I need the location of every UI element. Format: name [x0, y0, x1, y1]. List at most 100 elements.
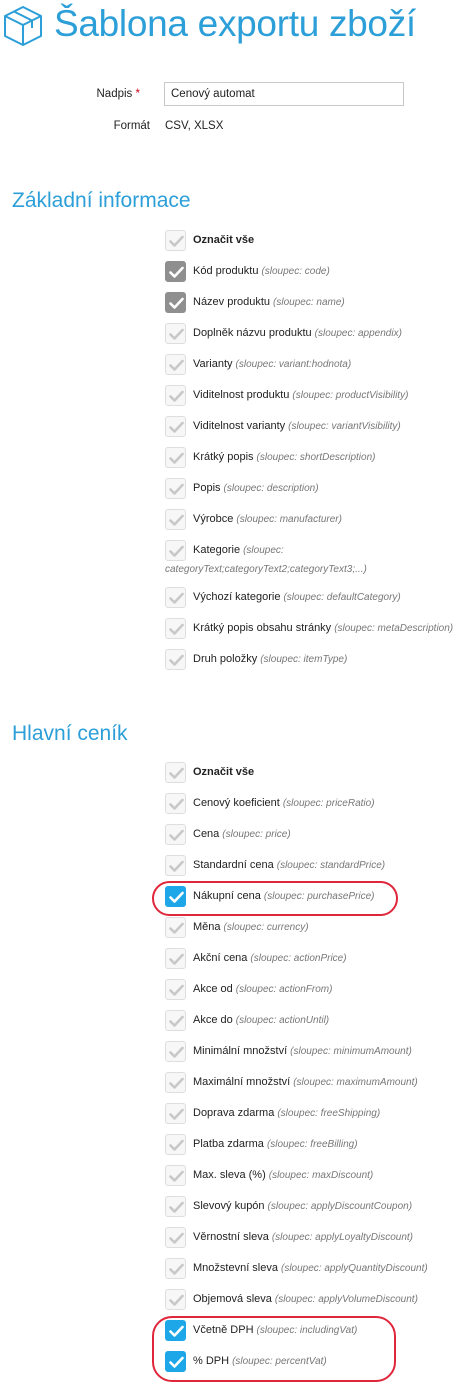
column-name: (sloupec: currency)	[223, 922, 309, 933]
checkbox[interactable]	[165, 587, 186, 608]
column-name: (sloupec: actionUntil)	[235, 1015, 330, 1026]
checkbox-label: Měna	[193, 921, 221, 933]
column-name: (sloupec: productVisibility)	[292, 390, 409, 401]
checkbox-label: Cenový koeficient	[193, 797, 280, 809]
checkbox[interactable]	[165, 618, 186, 639]
checkbox[interactable]	[165, 793, 186, 814]
checkbox-text: Akce do (sloupec: actionUntil)	[193, 1014, 329, 1026]
check-icon	[169, 1294, 184, 1306]
column-name: (sloupec: variant:hodnota)	[235, 359, 352, 370]
checkbox[interactable]	[165, 416, 186, 437]
checkbox-text: Označit vše	[193, 766, 254, 778]
checkbox-text: Výrobce (sloupec: manufacturer)	[193, 513, 342, 525]
column-name: (sloupec: name)	[273, 297, 345, 308]
checkbox[interactable]	[165, 762, 186, 783]
check-icon	[169, 328, 184, 340]
check-icon	[169, 654, 184, 666]
checkbox-text: Cena (sloupec: price)	[193, 828, 291, 840]
checkbox[interactable]	[165, 1196, 186, 1217]
check-icon	[169, 297, 184, 309]
checkbox[interactable]	[165, 478, 186, 499]
check-icon	[169, 984, 184, 996]
checkbox[interactable]	[165, 323, 186, 344]
checkbox-text: Věrnostní sleva (sloupec: applyLoyaltyDis…	[193, 1231, 413, 1243]
checkbox-text: Platba zdarma (sloupec: freeBilling)	[193, 1138, 358, 1150]
checkbox[interactable]	[165, 1103, 186, 1124]
column-name: (sloupec: applyDiscountCoupon)	[267, 1201, 413, 1212]
check-icon	[169, 1108, 184, 1120]
highlight-purchase-price	[152, 881, 398, 916]
checkbox[interactable]	[165, 292, 186, 313]
checkbox[interactable]	[165, 540, 186, 561]
checkbox-label: Maximální množství	[193, 1076, 291, 1088]
checkbox-label: Krátký popis	[193, 451, 254, 463]
checkbox[interactable]	[165, 1134, 186, 1155]
checkbox[interactable]	[165, 1072, 186, 1093]
checkbox[interactable]	[165, 1258, 186, 1279]
checkbox-text: Druh položky (sloupec: itemType)	[193, 653, 347, 665]
page-title: Šablona exportu zboží	[54, 3, 416, 44]
checkbox[interactable]	[165, 1165, 186, 1186]
check-icon	[169, 235, 184, 247]
title-label: Nadpis *	[96, 88, 141, 100]
checkbox-label: Platba zdarma	[193, 1138, 264, 1150]
column-name: (sloupec: shortDescription)	[256, 452, 376, 463]
checkbox[interactable]	[165, 824, 186, 845]
checkbox-label: Krátký popis obsahu stránky	[193, 622, 332, 634]
checkbox-text: Akční cena (sloupec: actionPrice)	[193, 952, 347, 964]
check-icon	[169, 1201, 184, 1213]
checkbox-text: Výchozí kategorie (sloupec: defaultCatego…	[193, 591, 401, 603]
checkbox[interactable]	[165, 1010, 186, 1031]
checkbox[interactable]	[165, 917, 186, 938]
checkbox-text: Označit vše	[193, 234, 254, 246]
check-icon	[169, 545, 184, 557]
checkbox-text: Maximální množství (sloupec: maximumAmoun…	[193, 1076, 418, 1088]
title-input[interactable]	[164, 82, 404, 106]
checkbox-label: Množstevní sleva	[193, 1262, 278, 1274]
section-title: Hlavní ceník	[12, 722, 128, 745]
column-name: (sloupec: manufacturer)	[236, 514, 342, 525]
check-icon	[169, 592, 184, 604]
checkbox[interactable]	[165, 1041, 186, 1062]
checkbox[interactable]	[165, 354, 186, 375]
column-name-continued: categoryText;categoryText2;categoryText3…	[165, 564, 367, 575]
check-icon	[169, 829, 184, 841]
checkbox-text: Doplněk názvu produktu (sloupec: appendix…	[193, 327, 402, 339]
check-icon	[169, 1232, 184, 1244]
checkbox-label: Viditelnost varianty	[193, 420, 286, 432]
checkbox-label: Doplněk názvu produktu	[193, 327, 312, 339]
checkbox-text: Viditelnost varianty (sloupec: variantVis…	[193, 420, 401, 432]
checkbox[interactable]	[165, 1289, 186, 1310]
check-icon	[169, 953, 184, 965]
checkbox[interactable]	[165, 979, 186, 1000]
section-title: Základní informace	[12, 189, 191, 212]
check-icon	[169, 798, 184, 810]
checkbox-label: Viditelnost produktu	[193, 389, 290, 401]
checkbox-label: Cena	[193, 828, 220, 840]
checkbox[interactable]	[165, 1227, 186, 1248]
checkbox[interactable]	[165, 261, 186, 282]
checkbox-label: Akce od	[193, 983, 233, 995]
checkbox[interactable]	[165, 509, 186, 530]
checkbox[interactable]	[165, 948, 186, 969]
check-icon	[169, 1046, 184, 1058]
check-icon	[169, 922, 184, 934]
checkbox[interactable]	[165, 385, 186, 406]
checkbox[interactable]	[165, 649, 186, 670]
check-icon	[169, 359, 184, 371]
checkbox-text: Doprava zdarma (sloupec: freeShipping)	[193, 1107, 380, 1119]
checkbox[interactable]	[165, 230, 186, 251]
column-name: (sloupec: metaDescription)	[334, 623, 454, 634]
column-name: (sloupec: maximumAmount)	[293, 1077, 418, 1088]
checkbox[interactable]	[165, 855, 186, 876]
checkbox[interactable]	[165, 447, 186, 468]
check-icon	[169, 483, 184, 495]
checkbox-text: Minimální množství (sloupec: minimumAmoun…	[193, 1045, 412, 1057]
check-icon	[169, 623, 184, 635]
column-name: (sloupec: minimumAmount)	[290, 1046, 412, 1057]
checkbox-label: Varianty	[193, 358, 233, 370]
column-name: (sloupec: defaultCategory)	[283, 592, 401, 603]
checkbox-text: Standardní cena (sloupec: standardPrice)	[193, 859, 385, 871]
check-icon	[169, 1263, 184, 1275]
checkbox-label: Doprava zdarma	[193, 1107, 275, 1119]
